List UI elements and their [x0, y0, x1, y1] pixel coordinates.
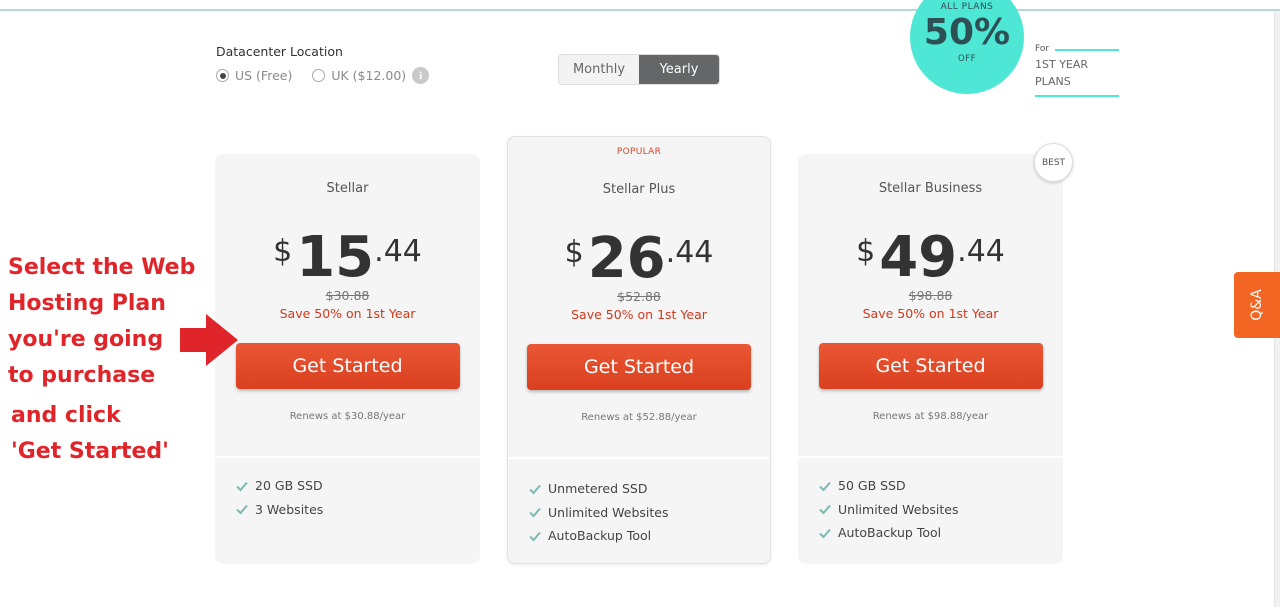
promo-note-line — [1055, 49, 1119, 51]
check-icon — [236, 505, 248, 515]
feature-list: Unmetered SSD Unlimited Websites AutoBac… — [528, 477, 669, 548]
old-price: $98.88 — [908, 288, 953, 303]
check-icon — [529, 508, 541, 518]
top-border — [0, 9, 1280, 11]
price-currency: $ — [273, 234, 293, 269]
feature-item: 50 GB SSD — [818, 474, 959, 498]
feature-item: AutoBackup Tool — [818, 521, 959, 545]
feature-text: 3 Websites — [255, 501, 324, 517]
get-started-button-stellar[interactable]: Get Started — [235, 343, 460, 389]
arrow-right-icon — [180, 314, 238, 366]
renew-text: Renews at $98.88/year — [872, 411, 989, 422]
plan-card-stellar: Stellar $ 15 .44 $30.88 Save 50% on 1st … — [215, 154, 480, 564]
price-currency: $ — [564, 235, 584, 270]
radio-uk[interactable] — [312, 69, 326, 82]
check-icon — [529, 531, 541, 542]
card-divider — [798, 456, 1063, 458]
datacenter-option-us[interactable]: US (Free) — [216, 68, 292, 83]
price-main: 15 — [296, 225, 375, 290]
qa-tab-label: Q&A — [1248, 289, 1265, 321]
annotation-line: Hosting Plan — [8, 291, 166, 316]
best-badge: BEST — [1034, 143, 1073, 182]
promo-badge-percent: 50% — [923, 12, 1011, 53]
save-text: Save 50% on 1st Year — [571, 307, 707, 322]
radio-us[interactable] — [216, 69, 229, 82]
card-divider — [508, 457, 770, 459]
card-divider — [215, 456, 480, 458]
price-cents: .44 — [374, 234, 422, 269]
price-cents: .44 — [665, 235, 714, 270]
annotation-line: to purchase — [8, 363, 156, 388]
datacenter-option-uk-label: UK ($12.00) — [331, 68, 407, 83]
promo-note: For 1ST YEAR PLANS — [1035, 44, 1119, 97]
save-text: Save 50% on 1st Year — [279, 306, 416, 321]
feature-item: Unlimited Websites — [528, 501, 669, 525]
plan-card-body: Stellar Business $ 49 .44 $98.88 Save 50… — [798, 181, 1063, 422]
plan-price: $ 49 .44 — [798, 230, 1063, 286]
get-started-button-stellar-business[interactable]: Get Started — [818, 343, 1043, 389]
check-icon — [236, 481, 248, 492]
plan-card-stellar-plus: POPULAR Stellar Plus $ 26 .44 $52.88 Sav… — [507, 136, 771, 564]
feature-item: AutoBackup Tool — [528, 524, 669, 548]
plan-card-body: Stellar Plus $ 26 .44 $52.88 Save 50% on… — [508, 182, 770, 423]
plan-name: Stellar Plus — [602, 182, 676, 197]
get-started-button-stellar-plus[interactable]: Get Started — [527, 344, 751, 390]
check-icon — [819, 481, 831, 492]
renew-text: Renews at $30.88/year — [289, 411, 406, 422]
annotation-line: you're going — [8, 327, 164, 352]
billing-toggle: Monthly Yearly — [558, 54, 720, 85]
feature-list: 20 GB SSD 3 Websites — [235, 474, 323, 521]
plan-card-body: Stellar $ 15 .44 $30.88 Save 50% on 1st … — [215, 181, 480, 422]
price-main: 26 — [587, 226, 666, 291]
feature-item: Unmetered SSD — [528, 477, 669, 501]
check-icon — [819, 505, 831, 515]
feature-text: AutoBackup Tool — [548, 528, 652, 543]
check-icon — [819, 528, 831, 539]
promo-badge-top: ALL PLANS — [940, 2, 994, 12]
save-text: Save 50% on 1st Year — [862, 306, 999, 321]
old-price: $52.88 — [617, 289, 661, 304]
info-icon[interactable]: i — [412, 67, 430, 84]
old-price: $30.88 — [325, 288, 370, 303]
price-currency: $ — [856, 234, 876, 269]
feature-text: Unlimited Websites — [838, 501, 959, 517]
annotation-line: and click — [11, 403, 121, 428]
toggle-monthly[interactable]: Monthly — [559, 55, 639, 84]
plan-price: $ 15 .44 — [215, 230, 480, 286]
promo-note-line1: 1ST YEAR — [1035, 58, 1089, 71]
annotation-line: Select the Web — [8, 255, 196, 280]
price-cents: .44 — [957, 234, 1005, 269]
annotation-line: 'Get Started' — [11, 439, 169, 464]
feature-text: Unmetered SSD — [548, 481, 648, 496]
feature-text: AutoBackup Tool — [838, 525, 942, 540]
qa-tab[interactable]: Q&A — [1234, 272, 1280, 338]
datacenter-option-uk[interactable]: UK ($12.00) — [312, 68, 406, 83]
plan-card-stellar-business: Stellar Business $ 49 .44 $98.88 Save 50… — [798, 154, 1063, 564]
feature-text: 20 GB SSD — [255, 478, 323, 493]
plan-name: Stellar — [326, 181, 369, 196]
toggle-yearly[interactable]: Yearly — [639, 55, 719, 84]
plan-price: $ 26 .44 — [508, 231, 770, 287]
promo-badge-off: OFF — [958, 54, 976, 64]
datacenter-title: Datacenter Location — [216, 44, 343, 59]
check-icon — [529, 484, 541, 495]
promo-note-line2: PLANS — [1035, 75, 1071, 88]
datacenter-option-us-label: US (Free) — [235, 68, 293, 83]
popular-tag: POPULAR — [616, 147, 662, 157]
feature-text: Unlimited Websites — [548, 504, 669, 520]
feature-item: Unlimited Websites — [818, 498, 959, 522]
feature-item: 20 GB SSD — [235, 474, 323, 498]
datacenter-options: US (Free) UK ($12.00) i — [216, 67, 430, 84]
annotation-text: Select the Web Hosting Plan you're going… — [8, 250, 208, 470]
price-main: 49 — [879, 225, 958, 290]
renew-text: Renews at $52.88/year — [581, 412, 697, 423]
promo-note-underline — [1035, 95, 1119, 97]
feature-item: 3 Websites — [235, 498, 323, 522]
feature-text: 50 GB SSD — [838, 478, 906, 493]
feature-list: 50 GB SSD Unlimited Websites AutoBackup … — [818, 474, 959, 545]
promo-badge: ALL PLANS 50% OFF — [910, 0, 1024, 94]
plan-name: Stellar Business — [878, 181, 983, 196]
promo-note-text: 1ST YEAR PLANS — [1035, 56, 1119, 90]
datacenter-selector: Datacenter Location US (Free) UK ($12.00… — [216, 44, 430, 84]
